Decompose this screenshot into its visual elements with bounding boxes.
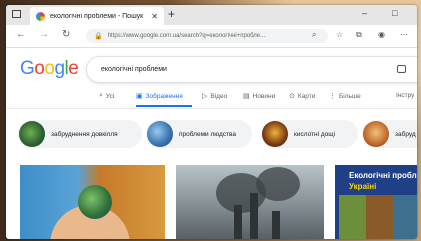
address-bar-row: ← → ↻ 🔒 https://www.google.com.ua/search… (6, 25, 417, 48)
reader-icon[interactable]: ⌕ (312, 30, 316, 40)
tab-title: екологічні проблеми - Пошук (50, 12, 144, 20)
search-tabs: ⌕ Усі ▣ Зображення ▷ Відео ▤ Новини ⊙ Ка… (6, 92, 417, 108)
tab-bar: екологічні проблеми - Пошук ✕ + – □ (6, 5, 417, 25)
tab-close-icon[interactable]: ✕ (151, 12, 158, 21)
collections-icon[interactable]: ⧉ (356, 30, 362, 40)
related-chip[interactable]: забруд (362, 120, 417, 148)
minimize-button[interactable]: – (362, 8, 367, 18)
result-title-line1: Екологічні проблеми (349, 171, 417, 180)
tab-maps[interactable]: ⊙ Карти (289, 92, 315, 101)
active-tab-underline (136, 105, 192, 107)
image-result[interactable] (20, 165, 165, 239)
chip-thumbnail (363, 121, 389, 147)
news-icon: ▤ (243, 93, 250, 100)
related-chip[interactable]: проблеми людства (146, 120, 252, 148)
result-collage (339, 195, 417, 239)
tab-all[interactable]: ⌕ Усі (99, 92, 114, 100)
more-menu-icon[interactable]: ⋯ (400, 30, 408, 39)
map-pin-icon: ⊙ (289, 93, 295, 100)
profile-icon[interactable]: ◉ (378, 30, 385, 39)
tab-video[interactable]: ▷ Відео (202, 92, 227, 101)
chip-thumbnail (147, 121, 173, 147)
tab-more[interactable]: ⋮ Більше (329, 92, 361, 101)
tab-news[interactable]: ▤ Новини (243, 92, 275, 101)
window-menu-icon[interactable] (12, 10, 21, 18)
browser-tab[interactable]: екологічні проблеми - Пошук ✕ (30, 7, 164, 25)
camera-icon[interactable] (397, 65, 406, 73)
chimney (234, 205, 242, 239)
search-query: екологічні проблеми (101, 66, 167, 73)
google-logo[interactable]: Google (20, 58, 79, 80)
image-result[interactable]: Екологічні проблеми Україні (335, 165, 417, 239)
browser-window: екологічні проблеми - Пошук ✕ + – □ ← → … (6, 5, 417, 239)
image-icon: ▣ (136, 93, 143, 100)
chimney (272, 211, 280, 239)
smoke-cloud (256, 167, 300, 201)
image-result[interactable] (176, 165, 324, 239)
forward-arrow-icon[interactable]: → (39, 29, 49, 40)
tab-tools[interactable]: Інстру (396, 92, 414, 99)
related-chip[interactable]: кислотні дощі (261, 120, 358, 148)
more-icon: ⋮ (329, 93, 336, 100)
url-text: https://www.google.com.ua/search?q=еколо… (107, 33, 266, 39)
chip-thumbnail (19, 121, 45, 147)
result-title-line2: Україні (349, 182, 377, 191)
lock-icon: 🔒 (94, 33, 103, 40)
search-icon: ⌕ (99, 92, 103, 99)
tab-images[interactable]: ▣ Зображення (136, 92, 183, 101)
search-input[interactable]: екологічні проблеми (86, 56, 417, 83)
related-chip[interactable]: забруднення довкілля (18, 120, 142, 148)
new-tab-button[interactable]: + (168, 7, 175, 21)
google-favicon-icon (36, 11, 45, 21)
refresh-icon[interactable]: ↻ (62, 29, 70, 40)
tabs-divider (6, 108, 417, 109)
address-bar[interactable]: 🔒 https://www.google.com.ua/search?q=еко… (86, 29, 328, 43)
back-arrow-icon[interactable]: ← (16, 29, 26, 40)
video-icon: ▷ (202, 93, 208, 100)
globe-shape (78, 185, 112, 219)
favorites-star-icon[interactable]: ☆ (336, 30, 343, 39)
chimney (250, 193, 258, 239)
maximize-button[interactable]: □ (392, 8, 397, 18)
chip-thumbnail (262, 121, 288, 147)
